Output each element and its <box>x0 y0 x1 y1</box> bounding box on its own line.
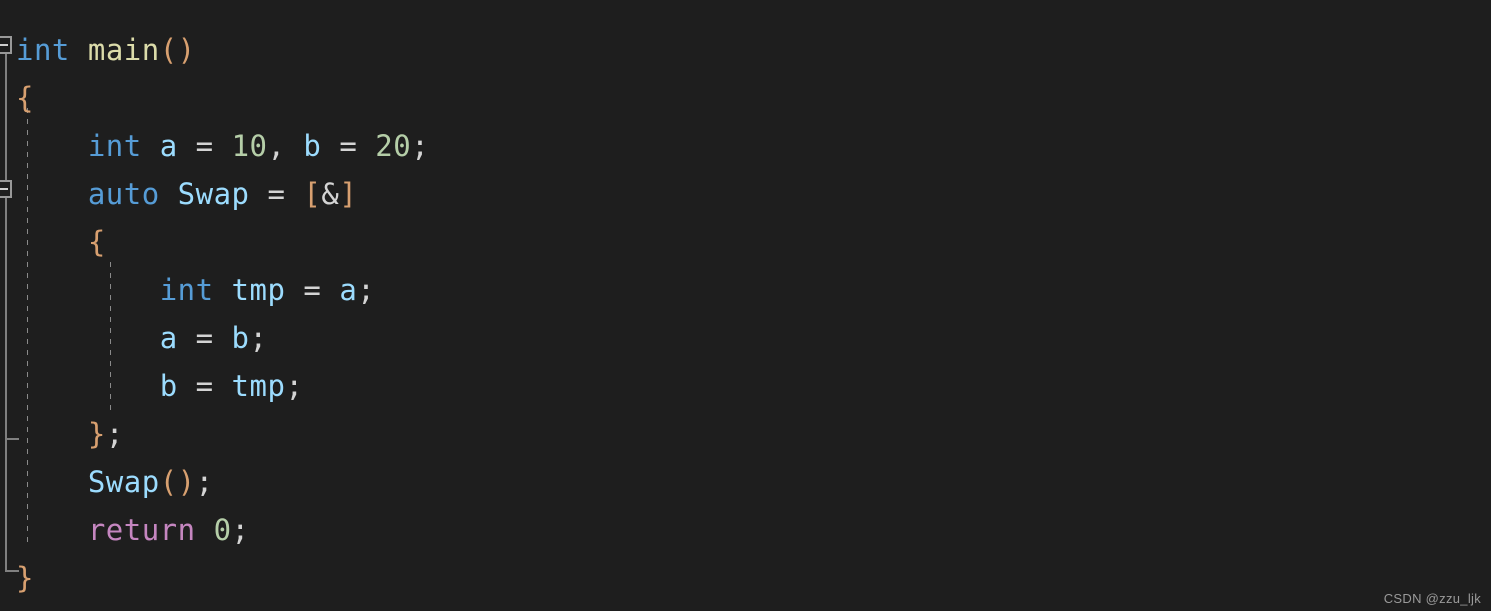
code-token: & <box>321 177 340 211</box>
code-token: { <box>16 81 34 115</box>
code-token: ] <box>339 177 358 211</box>
code-token: auto <box>87 177 160 211</box>
code-token: ; <box>195 465 214 499</box>
code-token: ; <box>411 129 430 163</box>
code-line[interactable]: { <box>16 74 34 122</box>
code-token: b <box>159 369 178 403</box>
code-token: { <box>87 225 106 259</box>
code-line[interactable]: b = tmp; <box>16 362 303 410</box>
code-token: tmp <box>231 369 286 403</box>
code-token: ; <box>105 417 124 451</box>
code-token: () <box>159 33 196 67</box>
code-line[interactable]: a = b; <box>16 314 267 362</box>
code-token: = <box>177 369 232 403</box>
code-editor-screenshot: int main(){ int a = 10, b = 20; auto Swa… <box>0 0 1491 611</box>
code-token: = <box>321 129 376 163</box>
code-line[interactable]: { <box>16 218 106 266</box>
csdn-watermark: CSDN @zzu_ljk <box>1383 591 1481 606</box>
code-token: [ <box>303 177 322 211</box>
code-token: ; <box>285 369 304 403</box>
code-token: = <box>285 273 340 307</box>
code-token: , <box>267 129 304 163</box>
code-token: a <box>159 321 178 355</box>
code-token: Swap <box>177 177 250 211</box>
code-token: = <box>249 177 304 211</box>
code-token: Swap <box>87 465 160 499</box>
code-token: 20 <box>375 129 412 163</box>
code-token: } <box>87 417 106 451</box>
code-line[interactable]: }; <box>16 410 124 458</box>
code-line[interactable]: int main() <box>16 26 196 74</box>
code-token: a <box>339 273 358 307</box>
code-line[interactable]: return 0; <box>16 506 250 554</box>
code-token: () <box>159 465 196 499</box>
code-token: b <box>231 321 250 355</box>
code-token: = <box>177 129 232 163</box>
code-token: = <box>177 321 232 355</box>
code-token: } <box>16 561 34 595</box>
code-token: int <box>16 33 70 67</box>
code-line[interactable]: int tmp = a; <box>16 266 375 314</box>
code-token: ; <box>357 273 376 307</box>
code-token: ; <box>231 513 250 547</box>
code-token: ; <box>249 321 268 355</box>
code-content[interactable]: int main(){ int a = 10, b = 20; auto Swa… <box>0 0 1491 611</box>
code-token: b <box>303 129 322 163</box>
code-line[interactable]: int a = 10, b = 20; <box>16 122 429 170</box>
code-token: int <box>87 129 142 163</box>
code-token: a <box>159 129 178 163</box>
code-line[interactable]: auto Swap = [&] <box>16 170 357 218</box>
code-token: tmp <box>231 273 286 307</box>
code-token: 0 <box>213 513 232 547</box>
code-line[interactable]: Swap(); <box>16 458 214 506</box>
code-line[interactable]: } <box>16 554 34 602</box>
code-token: return <box>87 513 196 547</box>
code-token: main <box>87 33 160 67</box>
code-token: int <box>159 273 214 307</box>
code-token: 10 <box>231 129 268 163</box>
